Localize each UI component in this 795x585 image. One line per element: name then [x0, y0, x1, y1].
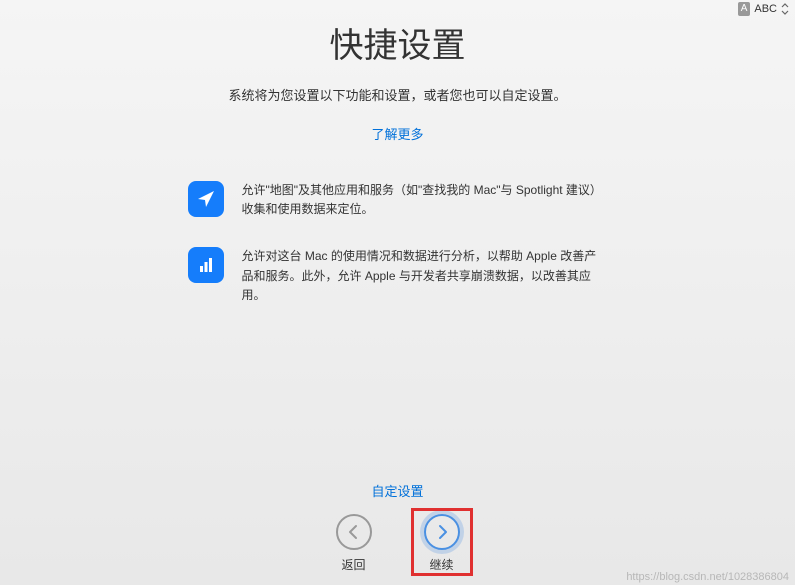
watermark: https://blog.csdn.net/1028386804: [626, 571, 789, 583]
nav-buttons: 返回 继续: [336, 514, 460, 573]
customize-link[interactable]: 自定设置: [371, 481, 423, 500]
location-arrow-icon: [188, 181, 224, 217]
input-mode-label: ABC: [754, 3, 777, 15]
bar-chart-icon: [188, 247, 224, 283]
page-title: 快捷设置: [330, 18, 466, 67]
feature-row: 允许"地图"及其他应用和服务（如"查找我的 Mac"与 Spotlight 建议…: [188, 181, 608, 219]
feature-text: 允许"地图"及其他应用和服务（如"查找我的 Mac"与 Spotlight 建议…: [242, 181, 608, 219]
continue-label: 继续: [429, 556, 453, 573]
feature-list: 允许"地图"及其他应用和服务（如"查找我的 Mac"与 Spotlight 建议…: [188, 181, 608, 305]
back-label: 返回: [341, 556, 365, 573]
back-button[interactable]: 返回: [336, 514, 372, 573]
feature-text: 允许对这台 Mac 的使用情况和数据进行分析，以帮助 Apple 改善产品和服务…: [242, 247, 608, 305]
bottom-area: 自定设置 返回 继续: [0, 481, 795, 573]
learn-more-link[interactable]: 了解更多: [371, 124, 423, 143]
feature-row: 允许对这台 Mac 的使用情况和数据进行分析，以帮助 Apple 改善产品和服务…: [188, 247, 608, 305]
input-badge: A: [738, 2, 751, 16]
arrow-right-icon: [424, 514, 460, 550]
continue-button[interactable]: 继续: [424, 514, 460, 573]
chevron-updown-icon: [781, 3, 789, 16]
page-subtitle: 系统将为您设置以下功能和设置，或者您也可以自定设置。: [228, 85, 566, 104]
input-method-indicator[interactable]: A ABC: [738, 2, 789, 16]
arrow-left-icon: [336, 514, 372, 550]
